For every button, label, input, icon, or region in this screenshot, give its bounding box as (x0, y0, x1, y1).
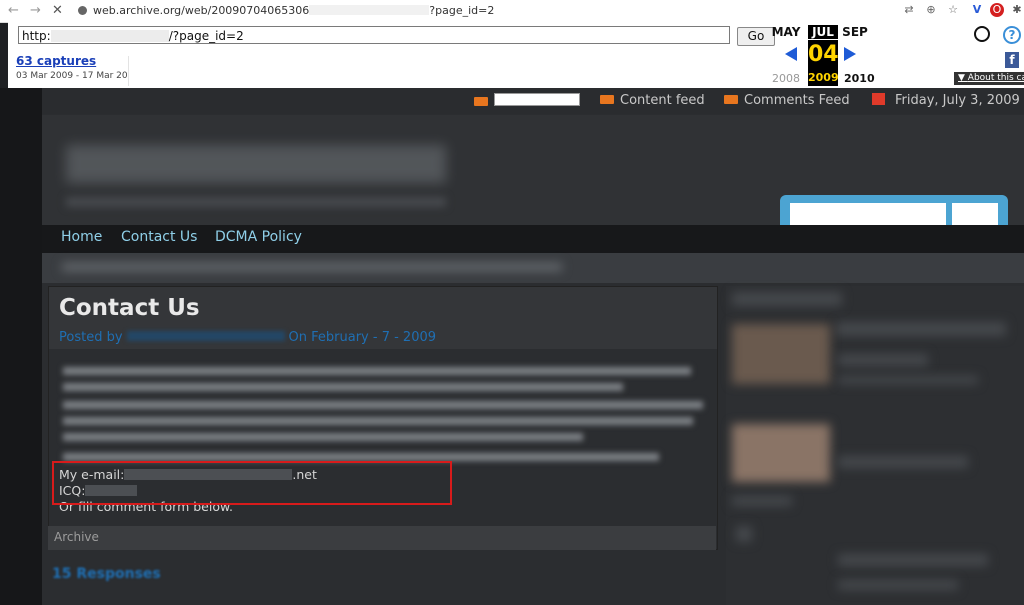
page-left-margin (0, 88, 42, 605)
posted-on-label: On February - 7 - 2009 (288, 330, 437, 345)
back-icon[interactable]: ← (8, 3, 19, 18)
comments-feed-label: Comments Feed (744, 93, 850, 108)
archive-link[interactable]: Archive (54, 530, 99, 544)
month-prev-link[interactable]: MAY (768, 25, 804, 39)
nav-contact-us[interactable]: Contact Us (121, 229, 197, 245)
wayback-url-prefix: http: (22, 29, 51, 43)
responses-heading: 15 Responses (52, 566, 161, 582)
wayback-url-suffix: /?page_id=2 (168, 29, 244, 43)
highlight-box (52, 461, 452, 505)
url-suffix: ?page_id=2 (429, 4, 495, 17)
search-input[interactable] (790, 203, 946, 225)
facebook-icon[interactable]: f (1005, 52, 1019, 68)
sidebar-icon-blurred (736, 526, 752, 542)
broken-image-link[interactable] (474, 93, 580, 110)
year-current: 2009 (808, 70, 839, 86)
month-next-link[interactable]: SEP (837, 25, 873, 39)
blog-tagline-blurred (66, 197, 446, 207)
browser-toolbar: ← → ✕ web.archive.org/web/20090704065306… (0, 0, 1024, 23)
extensions-puzzle-icon[interactable]: ✱ (1010, 3, 1024, 17)
month-current: JUL (808, 25, 838, 39)
sidebar-blurred (726, 286, 1024, 605)
nav-home[interactable]: Home (61, 229, 102, 245)
sidebar-text-blurred (838, 354, 928, 366)
url-prefix: web.archive.org/web/20090704065306 (93, 4, 310, 17)
posted-by-label: Posted by (59, 330, 123, 345)
wayback-toolbar: http:/?page_id=2 Go 63 captures 03 Mar 2… (8, 22, 1024, 91)
sidebar-text-blurred (838, 554, 988, 566)
rss-icon (600, 95, 614, 104)
post: Contact Us Posted by On February - 7 - 20… (48, 286, 718, 550)
blurred-text-line (63, 367, 691, 375)
sidebar-text-blurred (838, 376, 978, 384)
blurred-text-line (63, 453, 659, 461)
site-info-icon[interactable] (78, 6, 87, 15)
rss-icon (474, 97, 488, 106)
account-icon[interactable] (974, 26, 990, 42)
site-date-label: Friday, July 3, 2009 (895, 93, 1020, 108)
site-header (42, 115, 1024, 225)
author-redacted[interactable] (126, 331, 285, 341)
prev-capture-arrow-icon[interactable] (785, 47, 797, 61)
capture-sparkline[interactable] (128, 56, 774, 86)
subnav-bar (42, 253, 1024, 283)
sidebar-thumbnail[interactable] (732, 424, 830, 482)
address-bar[interactable]: web.archive.org/web/20090704065306 ?page_… (70, 3, 910, 19)
extension-v-icon[interactable]: V (970, 3, 984, 17)
url-redacted (309, 5, 430, 15)
post-title: Contact Us (59, 295, 200, 321)
content-feed-link[interactable]: Content feed (600, 93, 705, 108)
sidebar-text-blurred (836, 322, 1006, 336)
blurred-text-line (63, 401, 703, 409)
wayback-url-redacted (50, 30, 169, 42)
about-capture-label: About this ca (967, 73, 1024, 83)
blurred-text-line (63, 383, 623, 391)
nav-dcma-policy[interactable]: DCMA Policy (215, 229, 302, 245)
search-button[interactable] (952, 203, 998, 225)
subnav-blurred (62, 263, 562, 271)
archive-bar: Archive (48, 526, 716, 550)
year-next-link[interactable]: 2010 (844, 72, 875, 85)
wayback-url-input[interactable]: http: /?page_id=2 (18, 26, 730, 44)
forward-icon[interactable]: → (30, 3, 41, 18)
translate-icon[interactable]: ⇄ (902, 3, 916, 17)
blurred-text-line (63, 433, 583, 441)
search-box (780, 195, 1008, 225)
about-capture-link[interactable]: ▼ About this ca (954, 72, 1024, 85)
extension-red-icon[interactable]: O (990, 3, 1004, 17)
capture-day: 04 (808, 40, 839, 70)
sidebar-heading-blurred (732, 292, 842, 306)
zoom-icon[interactable]: ⊕ (924, 3, 938, 17)
blurred-text-line (63, 417, 693, 425)
help-icon[interactable]: ? (1003, 26, 1021, 44)
sidebar-thumbnail[interactable] (732, 324, 830, 384)
rss-icon (724, 95, 738, 104)
sidebar-text-blurred (838, 456, 968, 468)
post-body: My e-mail: .net ICQ: Or fill comment form… (49, 349, 717, 549)
blog-title-blurred[interactable] (66, 145, 446, 183)
post-meta: Posted by On February - 7 - 2009 (59, 330, 436, 345)
captures-link[interactable]: 63 captures (16, 54, 96, 68)
next-capture-arrow-icon[interactable] (844, 47, 856, 61)
star-icon[interactable]: ☆ (946, 3, 960, 17)
capture-date-range: 03 Mar 2009 - 17 Mar 2021 (16, 71, 140, 81)
sidebar-text-blurred (732, 496, 792, 506)
broken-image-icon (494, 93, 580, 106)
site-date: Friday, July 3, 2009 (872, 93, 1020, 108)
archived-site: Content feed Comments Feed Friday, July … (42, 88, 1024, 605)
stop-icon[interactable]: ✕ (52, 3, 63, 18)
year-prev-link[interactable]: 2008 (772, 72, 800, 85)
calendar-icon (872, 93, 885, 105)
sidebar-text-blurred (838, 580, 958, 590)
site-topbar: Content feed Comments Feed Friday, July … (42, 88, 1024, 114)
main-nav: Home Contact Us DCMA Policy (42, 225, 1024, 253)
comments-feed-link[interactable]: Comments Feed (724, 93, 850, 108)
content-feed-label: Content feed (620, 93, 705, 108)
